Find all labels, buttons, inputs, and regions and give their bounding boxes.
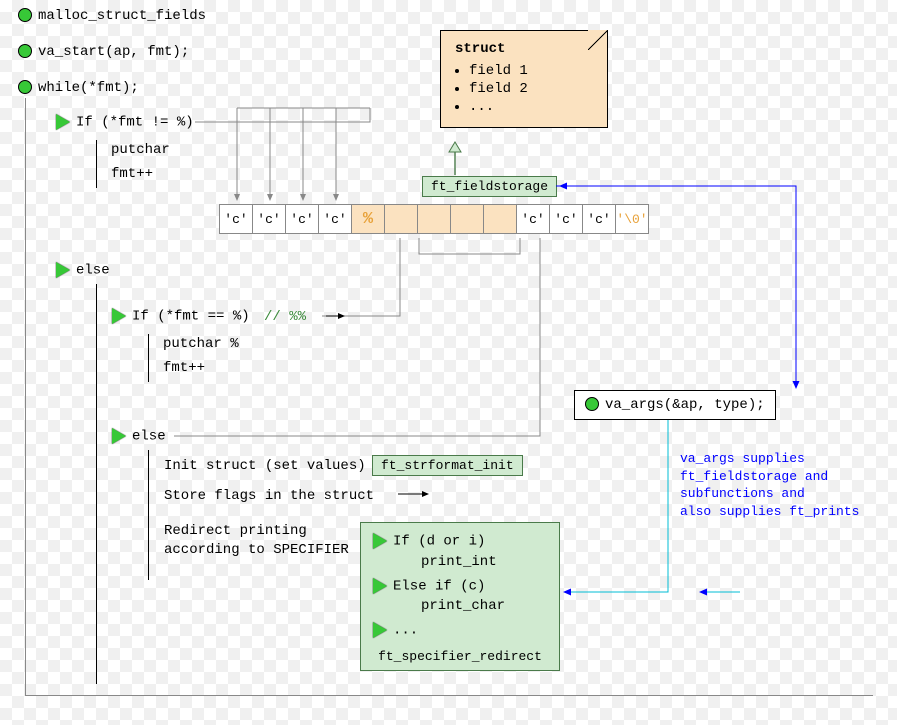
- caption: ft_specifier_redirect: [373, 649, 547, 664]
- struct-title: struct: [455, 41, 593, 57]
- dot-icon: [18, 8, 32, 22]
- cell-percent: %: [351, 204, 385, 234]
- if-eq: If (*fmt == %) // %%: [112, 308, 306, 325]
- folded-corner-icon: [588, 30, 608, 50]
- putchar-text: putchar: [111, 142, 170, 158]
- else-outer: else: [56, 262, 110, 279]
- format-string-tape: 'c' 'c' 'c' 'c' % 'c' 'c' 'c' '\0': [220, 204, 649, 234]
- else-body-bar: [96, 284, 97, 684]
- cell: [450, 204, 484, 234]
- triangle-icon: [56, 262, 70, 278]
- specifier-redirect-box: If (d or i) print_int Else if (c) print_…: [360, 522, 560, 671]
- init-struct: Init struct (set values): [164, 458, 366, 474]
- comment: // %%: [264, 309, 306, 325]
- stmt-malloc: malloc_struct_fields: [18, 8, 206, 24]
- cell: [483, 204, 517, 234]
- triangle-icon: [112, 428, 126, 444]
- else-inner: else: [112, 428, 166, 445]
- dot-icon: [18, 44, 32, 58]
- tag-fieldstorage: ft_fieldstorage: [422, 176, 557, 197]
- text: va_args(&ap, type);: [605, 397, 765, 413]
- triangle-icon: [56, 114, 70, 130]
- cell: [384, 204, 418, 234]
- store-flags: Store flags in the struct: [164, 488, 374, 504]
- cell: 'c': [285, 204, 319, 234]
- cell: 'c': [549, 204, 583, 234]
- cell: 'c': [582, 204, 616, 234]
- line: subfunctions and: [680, 485, 859, 503]
- line-b: according to SPECIFIER: [164, 541, 349, 560]
- fmtpp-text: fmt++: [111, 166, 170, 182]
- dot-icon: [585, 397, 599, 411]
- cell: 'c': [219, 204, 253, 234]
- va-args-note: va_args supplies ft_fieldstorage and sub…: [680, 450, 859, 520]
- line-a: Redirect printing: [164, 522, 349, 541]
- row: If (d or i): [373, 533, 547, 550]
- row: Else if (c): [373, 578, 547, 595]
- row: ...: [373, 622, 547, 639]
- tag-text: ft_fieldstorage: [422, 176, 557, 197]
- cell-null: '\0': [615, 204, 649, 234]
- dot-icon: [18, 80, 32, 94]
- text: else: [76, 263, 110, 279]
- tag-text: ft_strformat_init: [372, 455, 523, 476]
- struct-fields: field 1 field 2 ...: [469, 63, 593, 115]
- text: If (*fmt == %): [132, 309, 250, 325]
- while-body-bottom: [25, 695, 873, 696]
- if-eq-body: putchar % fmt++: [148, 334, 239, 382]
- triangle-icon: [373, 622, 387, 638]
- action: print_int: [421, 554, 547, 570]
- if-neq-body: putchar fmt++: [96, 140, 170, 188]
- cell: [417, 204, 451, 234]
- else-inner-bar: [148, 450, 149, 580]
- text: while(*fmt);: [38, 80, 139, 96]
- tag-strformat: ft_strformat_init: [372, 455, 523, 476]
- cell: 'c': [516, 204, 550, 234]
- cell: 'c': [318, 204, 352, 234]
- text: If (*fmt != %): [76, 115, 194, 131]
- redirect-text: Redirect printing according to SPECIFIER: [164, 522, 349, 560]
- putcharpct-text: putchar %: [163, 336, 239, 352]
- triangle-icon: [373, 533, 387, 549]
- stmt-va-start: va_start(ap, fmt);: [18, 44, 189, 60]
- cond: Else if (c): [393, 578, 485, 594]
- line: also supplies ft_prints: [680, 503, 859, 521]
- line: va_args supplies: [680, 450, 859, 468]
- cell: 'c': [252, 204, 286, 234]
- stmt-while: while(*fmt);: [18, 80, 139, 96]
- triangle-icon: [112, 308, 126, 324]
- text: va_start(ap, fmt);: [38, 44, 189, 60]
- cond: If (d or i): [393, 534, 485, 550]
- list-item: ...: [469, 99, 593, 115]
- va-args-box: va_args(&ap, type);: [574, 390, 776, 420]
- list-item: field 1: [469, 63, 593, 79]
- action: print_char: [421, 598, 547, 614]
- ellipsis: ...: [393, 623, 418, 639]
- line: ft_fieldstorage and: [680, 468, 859, 486]
- triangle-icon: [373, 578, 387, 594]
- list-item: field 2: [469, 81, 593, 97]
- struct-note: struct field 1 field 2 ...: [440, 30, 608, 128]
- text: else: [132, 429, 166, 445]
- fmtpp2-text: fmt++: [163, 360, 239, 376]
- while-body-bar: [25, 98, 26, 696]
- if-neq: If (*fmt != %): [56, 114, 194, 131]
- text: malloc_struct_fields: [38, 8, 206, 24]
